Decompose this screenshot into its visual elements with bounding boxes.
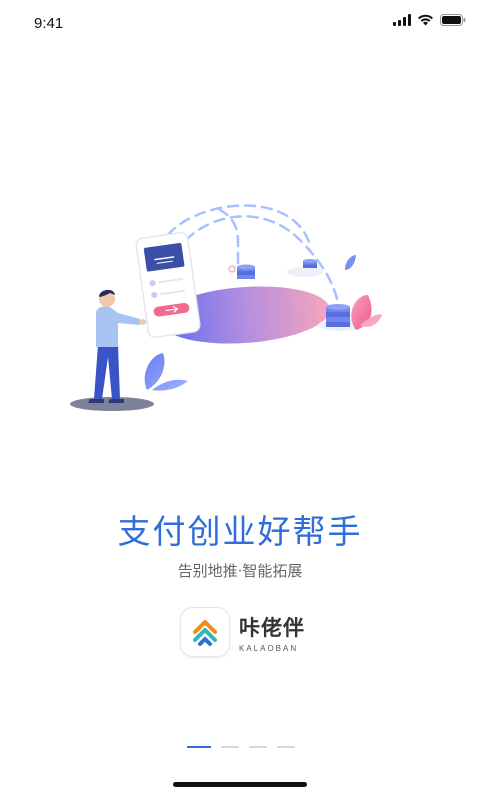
person-illustration xyxy=(70,289,154,411)
brand-name-cn: 咔佬伴 xyxy=(239,615,305,640)
coin-stack-large xyxy=(326,304,350,327)
status-icons xyxy=(393,14,466,26)
page-dot-2[interactable] xyxy=(221,746,239,748)
battery-icon xyxy=(440,14,466,26)
onboarding-illustration xyxy=(70,204,382,411)
onboarding-subtitle: 告别地推·智能拓展 xyxy=(177,562,303,580)
page-dot-4[interactable] xyxy=(277,746,295,748)
onboarding-headline: 支付创业好帮手 xyxy=(117,512,363,551)
page-indicator xyxy=(187,746,295,748)
status-time: 9:41 xyxy=(34,15,64,32)
brand-lockup: 咔佬伴 KALAOBAN xyxy=(181,608,305,656)
cellular-signal-icon xyxy=(393,14,411,26)
blue-leaf-small xyxy=(345,255,356,270)
blue-leaf-large xyxy=(144,353,188,391)
page-dot-3[interactable] xyxy=(249,746,267,748)
coin-stack-small xyxy=(228,264,255,279)
app-logo-icon xyxy=(181,608,229,656)
page-dot-1[interactable] xyxy=(187,746,211,748)
wifi-icon xyxy=(418,14,433,26)
status-bar: 9:41 xyxy=(0,0,480,44)
coin-stack-mid xyxy=(303,259,317,268)
home-indicator[interactable] xyxy=(173,782,307,787)
brand-name-en: KALAOBAN xyxy=(239,643,299,653)
